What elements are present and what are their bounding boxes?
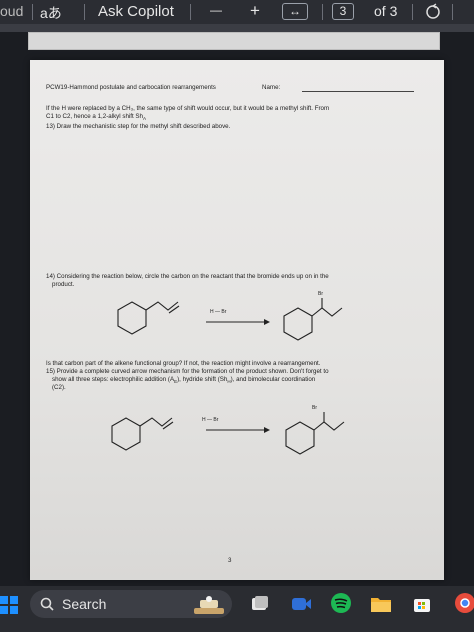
toolbar-divider bbox=[190, 4, 191, 20]
task-view-icon[interactable] bbox=[250, 594, 270, 614]
question-15-line-3: (C2). bbox=[52, 384, 66, 391]
page-total-label: of 3 bbox=[374, 3, 398, 19]
previous-page-edge bbox=[28, 32, 440, 50]
reagent-label-14: H — Br bbox=[210, 309, 227, 315]
toolbar-divider bbox=[32, 4, 33, 20]
windows-start-icon[interactable] bbox=[0, 596, 18, 614]
toolbar-divider bbox=[412, 4, 413, 20]
rotate-icon[interactable] bbox=[424, 3, 442, 21]
meet-video-icon[interactable] bbox=[290, 594, 312, 614]
question-14-line-1: 14) Considering the reaction below, circ… bbox=[46, 273, 329, 280]
name-field-line bbox=[302, 91, 414, 92]
reactant-15-structure bbox=[111, 417, 174, 451]
reagent-label-15: H — Br bbox=[202, 417, 219, 423]
fit-width-button[interactable]: ↔ bbox=[282, 3, 308, 20]
product-15-structure bbox=[285, 412, 345, 455]
question-14-line-2: product. bbox=[52, 281, 75, 288]
product-14-structure bbox=[283, 298, 343, 341]
chrome-icon[interactable] bbox=[454, 592, 474, 614]
q15-line2-a: show all three steps: electrophilic addi… bbox=[52, 376, 175, 383]
tab-fragment-label[interactable]: oud bbox=[0, 3, 23, 19]
reactant-14-structure bbox=[117, 301, 180, 335]
page-number-input[interactable]: 3 bbox=[332, 3, 354, 20]
reaction-15-scheme bbox=[111, 412, 345, 455]
shift-subscript: A bbox=[143, 116, 147, 122]
microsoft-store-icon[interactable] bbox=[412, 594, 432, 614]
toolbar-divider bbox=[452, 4, 453, 20]
widgets-icon[interactable] bbox=[192, 594, 226, 618]
file-explorer-icon[interactable] bbox=[370, 594, 392, 614]
worksheet-header: PCW19-Hammond postulate and carbocation … bbox=[46, 84, 216, 91]
page-number: 3 bbox=[228, 557, 232, 564]
read-aloud-button[interactable]: aあ bbox=[40, 3, 62, 23]
zoom-in-button[interactable]: + bbox=[250, 1, 260, 21]
toolbar-divider bbox=[322, 4, 323, 20]
question-15-line-2: show all three steps: electrophilic addi… bbox=[52, 376, 315, 386]
arrow-head bbox=[264, 319, 270, 325]
ask-copilot-button[interactable]: Ask Copilot bbox=[98, 3, 174, 20]
q15-line2-c: ), and bimolecular coordination bbox=[230, 376, 316, 383]
search-label: Search bbox=[62, 596, 107, 612]
fit-width-icon: ↔ bbox=[289, 4, 301, 18]
alkene-question: Is that carbon part of the alkene functi… bbox=[46, 360, 321, 367]
question-13: 13) Draw the mechanistic step for the me… bbox=[46, 123, 231, 130]
search-icon bbox=[40, 597, 54, 611]
app-toolbar: oud aあ Ask Copilot — + ↔ 3 of 3 bbox=[0, 0, 474, 24]
toolbar-divider bbox=[84, 4, 85, 20]
paragraph-line-2: C1 to C2, hence a 1,2-alkyl shift ShA bbox=[46, 113, 146, 123]
zoom-out-button[interactable]: — bbox=[210, 3, 222, 17]
name-label: Name: bbox=[262, 84, 281, 91]
arrow-head-2 bbox=[264, 427, 270, 433]
document-page: PCW19-Hammond postulate and carbocation … bbox=[30, 60, 444, 580]
question-15-line-1: 15) Provide a complete curved arrow mech… bbox=[46, 368, 329, 375]
bromine-label-14: Br bbox=[318, 291, 323, 297]
q15-line2-b: ), hydride shift (Sh bbox=[177, 376, 228, 383]
paragraph-line-2-text: C1 to C2, hence a 1,2-alkyl shift Sh bbox=[46, 113, 143, 120]
paragraph-line-1: If the H were replaced by a CH₃, the sam… bbox=[46, 105, 330, 112]
bromine-label-15: Br bbox=[312, 405, 317, 411]
spotify-icon[interactable] bbox=[330, 592, 352, 614]
toolbar-strip bbox=[0, 24, 474, 32]
